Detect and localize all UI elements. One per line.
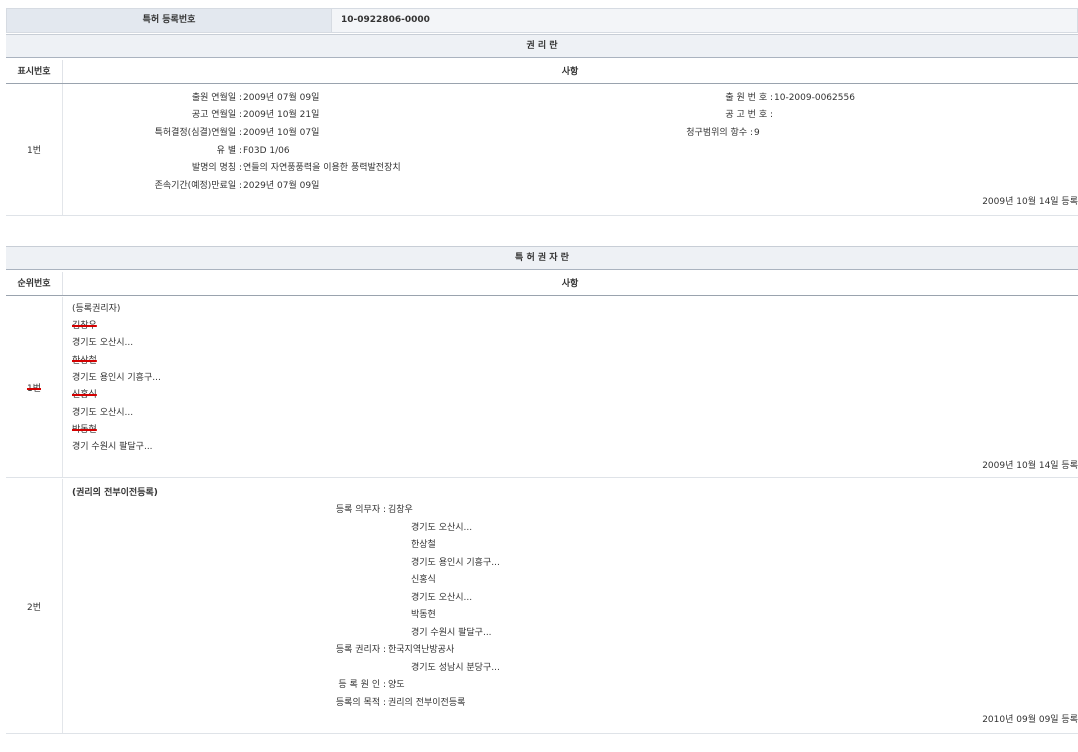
obligor-line: 경기도 용인시 기흥구... [411, 555, 500, 572]
section-heading: (권리의 전부이전등록) [72, 485, 158, 502]
holders-row-2-content: (권리의 전부이전등록) 등록 의무자 : 김창우 경기도 오산시... 한상철… [62, 479, 1078, 733]
obligor-label: 등록 의무자 : [262, 502, 386, 519]
field-value: 10-2009-0062556 [774, 90, 855, 107]
holder-label: 등록 권리자 : [262, 642, 386, 659]
field-value: 2029년 07월 09일 [243, 178, 319, 195]
field-label: 유 별 : [62, 143, 242, 160]
holders-col-content: 사항 [62, 272, 1078, 295]
rights-col-index: 표시번호 [6, 60, 63, 83]
holder-name: 김창우 [72, 318, 97, 335]
rights-row: 1번 출원 연월일 : 2009년 07월 09일 공고 연월일 : 2009년… [6, 84, 1078, 216]
holder-address: 경기도 용인시 기흥구... [72, 370, 161, 387]
holder-address: 경기도 오산시... [72, 405, 133, 422]
field-value: 9 [754, 125, 760, 142]
field-label: 출원 연월일 : [62, 90, 242, 107]
purpose-label: 등록의 목적 : [262, 695, 386, 712]
cause-value: 양도 [388, 677, 405, 694]
section-heading: (등록권리자) [72, 301, 120, 318]
rights-column-header: 표시번호 사항 [6, 60, 1078, 84]
holders-row-2-index: 2번 [6, 479, 63, 733]
holders-row-1-content: (등록권리자) 김창우 경기도 오산시... 한상철 경기도 용인시 기흥구..… [62, 297, 1078, 477]
rights-row-content: 출원 연월일 : 2009년 07월 09일 공고 연월일 : 2009년 10… [62, 84, 1078, 215]
field-value: 연들의 자연풍풍력을 이용한 풍력발전장치 [243, 160, 401, 177]
registration-date: 2009년 10월 14일 등록 [982, 458, 1078, 471]
purpose-value: 권리의 전부이전등록 [388, 695, 465, 712]
holder-line: 경기도 성남시 분당구... [411, 660, 500, 677]
holder-address: 경기도 오산시... [72, 335, 133, 352]
obligor-line: 경기도 오산시... [411, 520, 472, 537]
field-value: 2009년 07월 09일 [243, 90, 319, 107]
field-label: 특허결정(심결)연월일 : [62, 125, 242, 142]
rights-row-index: 1번 [6, 84, 63, 215]
holders-row-1-index: 1번 [6, 297, 63, 477]
obligor-line: 김창우 [388, 502, 413, 519]
field-label: 공 고 번 호 : [542, 107, 773, 124]
obligor-line: 박동현 [411, 607, 436, 624]
field-label: 존속기간(예정)만료일 : [62, 178, 242, 195]
rights-col-content: 사항 [62, 60, 1078, 83]
obligor-line: 한상철 [411, 537, 436, 554]
rights-section-title: 권 리 란 [6, 34, 1078, 58]
holders-col-index: 순위번호 [6, 272, 63, 295]
holders-row-1: 1번 (등록권리자) 김창우 경기도 오산시... 한상철 경기도 용인시 기흥… [6, 297, 1078, 478]
field-value: 2009년 10월 21일 [243, 107, 319, 124]
field-label: 청구범위의 항수 : [542, 125, 753, 142]
holders-column-header: 순위번호 사항 [6, 272, 1078, 296]
obligor-line: 경기 수원시 팔달구... [411, 625, 492, 642]
field-label: 공고 연월일 : [62, 107, 242, 124]
holders-section-title: 특 허 권 자 란 [6, 246, 1078, 270]
registration-number-bar: 특허 등록번호 10-0922806-0000 [6, 8, 1078, 33]
row-index-text: 1번 [27, 381, 41, 394]
field-value: F03D 1/06 [243, 143, 290, 160]
holder-name: 신홍식 [72, 387, 97, 404]
field-value: 2009년 10월 07일 [243, 125, 319, 142]
field-label: 발명의 명칭 : [62, 160, 242, 177]
holders-row-2: 2번 (권리의 전부이전등록) 등록 의무자 : 김창우 경기도 오산시... … [6, 479, 1078, 734]
holder-name: 한상철 [72, 353, 97, 370]
registration-number-label: 특허 등록번호 [7, 9, 332, 32]
registration-date: 2009년 10월 14일 등록 [982, 194, 1078, 207]
holder-line: 한국지역난방공사 [388, 642, 454, 659]
holder-address: 경기 수원시 팔달구... [72, 439, 153, 456]
field-label: 출 원 번 호 : [542, 90, 773, 107]
registration-date: 2010년 09월 09일 등록 [982, 712, 1078, 725]
registration-number-value: 10-0922806-0000 [341, 9, 430, 32]
obligor-line: 경기도 오산시... [411, 590, 472, 607]
holder-name: 박동현 [72, 422, 97, 439]
cause-label: 등 록 원 인 : [262, 677, 386, 694]
obligor-line: 신홍식 [411, 572, 436, 589]
